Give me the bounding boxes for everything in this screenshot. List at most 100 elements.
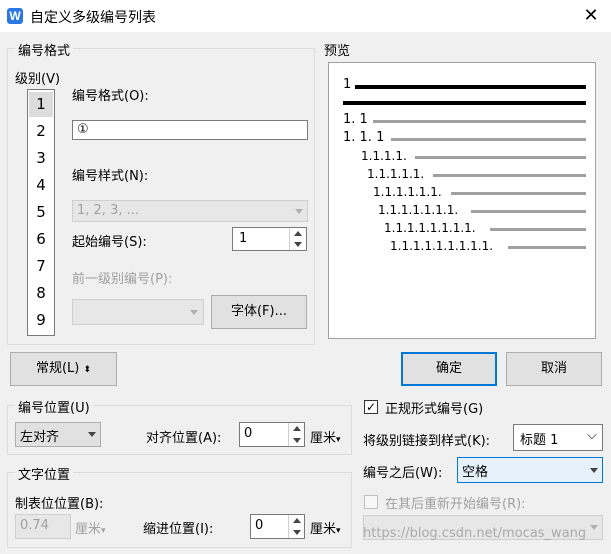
preview-bar xyxy=(343,101,586,105)
link-style-label: 将级别链接到样式(K): xyxy=(363,434,491,449)
number-format-input[interactable]: ① xyxy=(72,120,308,140)
unit-label: 厘米 xyxy=(310,431,337,446)
level-item[interactable]: 5 xyxy=(28,203,54,221)
spin-down-icon[interactable] xyxy=(289,435,304,447)
chevron-down-icon xyxy=(295,209,303,214)
tab-position-label: 制表位位置(B): xyxy=(15,497,104,512)
tab-position-value: 0.74 xyxy=(20,518,49,533)
align-at-value: 0 xyxy=(244,426,253,441)
link-style-value: 标题 1 xyxy=(520,433,559,448)
indent-label: 缩进位置(I): xyxy=(143,522,214,537)
restart-label: 在其后重新开始编号(R): xyxy=(385,497,526,512)
align-at-label: 对齐位置(A): xyxy=(146,431,222,446)
preview-bar xyxy=(433,174,586,177)
spin-up-icon[interactable] xyxy=(290,228,306,239)
legal-numbering-checkbox[interactable]: ✓ xyxy=(364,400,378,414)
window-title: 自定义多级编号列表 xyxy=(30,10,156,26)
unit-label: 厘米 xyxy=(310,522,337,537)
tab-position-stepper[interactable]: 0.74 xyxy=(15,514,71,539)
number-format-value: ① xyxy=(77,122,89,137)
preview-number: 1. 1 xyxy=(343,112,368,127)
preview-box: 1 1. 1 1. 1. 1 1.1.1.1. 1.1.1.1.1. 1.1.1… xyxy=(328,62,596,339)
level-item[interactable]: 8 xyxy=(28,284,54,302)
level-item[interactable]: 6 xyxy=(28,230,54,248)
tab-unit[interactable]: 厘米▾ xyxy=(75,518,106,537)
number-position-title: 编号位置(U) xyxy=(15,397,93,416)
number-style-select[interactable]: 1, 2, 3, ... xyxy=(72,200,308,222)
follow-number-select[interactable]: 空格 xyxy=(457,457,603,483)
level-list[interactable]: 1 2 3 4 5 6 7 8 9 xyxy=(27,89,55,336)
restart-checkbox[interactable] xyxy=(364,495,378,509)
indent-spin[interactable] xyxy=(288,515,304,538)
indent-unit[interactable]: 厘米▾ xyxy=(310,518,341,537)
chevron-down-icon: ⌵ xyxy=(587,428,597,443)
preview-title: 预览 xyxy=(321,40,354,59)
preview-number: 1. 1. 1 xyxy=(343,130,385,145)
close-icon[interactable]: ✕ xyxy=(578,4,604,28)
link-style-select[interactable]: 标题 1 ⌵ xyxy=(513,424,603,451)
preview-number: 1.1.1.1.1.1.1.1. xyxy=(384,221,476,235)
level-label: 级别(V) xyxy=(15,72,61,87)
general-button-label: 常规(L) xyxy=(35,361,80,376)
cancel-button-label: 取消 xyxy=(540,361,567,376)
number-style-label: 编号样式(N): xyxy=(72,169,149,184)
preview-bar xyxy=(451,192,586,195)
preview-line-1: 1 xyxy=(343,77,351,92)
level-item[interactable]: 9 xyxy=(28,311,54,329)
preview-bar xyxy=(391,138,586,141)
spin-up-icon[interactable] xyxy=(289,423,304,435)
number-format-label: 编号格式(O): xyxy=(72,89,149,104)
prev-level-label: 前一级别编号(P): xyxy=(72,272,173,287)
spin-up-icon[interactable] xyxy=(289,515,304,527)
start-at-value: 1 xyxy=(239,231,248,246)
align-at-unit[interactable]: 厘米▾ xyxy=(310,427,341,446)
level-item[interactable]: 1 xyxy=(28,95,54,113)
start-at-label: 起始编号(S): xyxy=(72,235,147,250)
alignment-select[interactable]: 左对齐 xyxy=(15,422,101,447)
preview-bar xyxy=(373,120,586,123)
level-item[interactable]: 3 xyxy=(28,149,54,167)
preview-bar xyxy=(490,228,586,231)
text-position-title: 文字位置 xyxy=(15,464,74,483)
ok-button[interactable]: 确定 xyxy=(401,352,497,386)
spin-down-icon[interactable] xyxy=(290,239,306,250)
chevron-down-icon xyxy=(88,432,96,437)
align-at-spin[interactable] xyxy=(288,423,304,446)
unit-label: 厘米 xyxy=(75,522,102,537)
start-at-spin[interactable] xyxy=(289,228,306,250)
preview-bar xyxy=(508,246,586,249)
legal-numbering-label: 正规形式编号(G) xyxy=(385,402,484,417)
chevron-down-icon xyxy=(190,310,198,315)
number-style-value: 1, 2, 3, ... xyxy=(77,203,140,218)
start-at-stepper[interactable]: 1 xyxy=(232,227,307,251)
preview-bar xyxy=(355,85,586,89)
preview-number: 1.1.1.1.1. xyxy=(367,167,425,181)
preview-number: 1 xyxy=(343,77,352,92)
spin-down-icon[interactable] xyxy=(289,527,304,539)
align-at-stepper[interactable]: 0 xyxy=(239,422,305,447)
level-item[interactable]: 2 xyxy=(28,122,54,140)
font-button-label: 字体(F)... xyxy=(230,304,288,319)
font-button[interactable]: 字体(F)... xyxy=(211,295,307,329)
collapse-arrows-icon: ⬍ xyxy=(83,365,92,375)
ok-button-label: 确定 xyxy=(435,361,462,376)
number-format-group-title: 编号格式 xyxy=(15,40,74,59)
cancel-button[interactable]: 取消 xyxy=(506,352,602,386)
prev-level-select[interactable] xyxy=(72,299,204,325)
preview-number: 1.1.1.1.1.1.1.1.1. xyxy=(390,239,494,253)
watermark-text: https://blog.csdn.net/mocas_wang xyxy=(363,526,587,541)
title-bar: W 自定义多级编号列表 ✕ xyxy=(0,0,611,32)
level-item[interactable]: 4 xyxy=(28,176,54,194)
preview-number: 1.1.1.1.1.1.1. xyxy=(378,203,459,217)
preview-bar xyxy=(415,156,586,159)
follow-number-label: 编号之后(W): xyxy=(363,466,443,481)
indent-value: 0 xyxy=(255,518,264,533)
wps-app-icon: W xyxy=(7,8,23,24)
level-item[interactable]: 7 xyxy=(28,257,54,275)
chevron-down-icon xyxy=(590,468,598,473)
preview-bar xyxy=(471,210,586,213)
preview-number: 1.1.1.1.1.1. xyxy=(373,185,442,199)
alignment-value: 左对齐 xyxy=(20,430,60,445)
general-toggle-button[interactable]: 常规(L) ⬍ xyxy=(10,352,117,386)
indent-stepper[interactable]: 0 xyxy=(250,514,305,539)
